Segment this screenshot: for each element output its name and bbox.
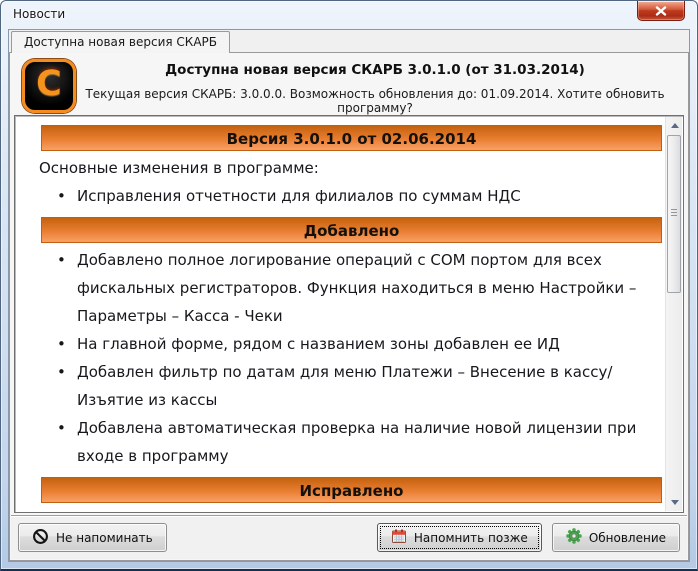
bullet-marker: • [57, 358, 77, 414]
release-notes: Версия 3.0.1.0 от 02.06.2014 Основные изм… [17, 118, 664, 510]
section-banner: Добавлено [41, 217, 662, 243]
tab-page-new-version: C Доступна новая версия СКАРБ 3.0.1.0 (о… [9, 52, 689, 561]
release-notes-box: Версия 3.0.1.0 от 02.06.2014 Основные изм… [14, 115, 684, 513]
dont-remind-button[interactable]: Не напоминать [18, 523, 167, 552]
bullet-marker: • [57, 182, 77, 210]
bullet-text: Добавлено полное логирование операций с … [77, 246, 664, 330]
logo-letter: C [36, 67, 62, 102]
news-dialog-window: Новости Доступна новая версия СКАРБ C До… [0, 0, 698, 571]
notes-bullet: •Исправления отчетности для филиалов по … [17, 182, 664, 210]
tab-new-version[interactable]: Доступна новая версия СКАРБ [11, 31, 230, 53]
remind-later-label: Напомнить позже [414, 531, 528, 545]
bullet-marker: • [57, 506, 77, 510]
remind-later-button[interactable]: Напомнить позже [377, 523, 542, 552]
notes-bullet: •Добавлена автоматическая проверка на на… [17, 414, 664, 470]
calendar-icon [391, 528, 407, 547]
update-subtitle: Текущая версия СКАРБ: 3.0.0.0. Возможнос… [82, 87, 668, 115]
notes-bullet: •Исправлены отчеты: [17, 506, 664, 510]
arrow-up-icon [671, 123, 679, 128]
scroll-up-button[interactable] [666, 117, 683, 134]
dont-remind-label: Не напоминать [56, 531, 153, 545]
notes-bullet: •На главной форме, рядом с названием зон… [17, 330, 664, 358]
window-title: Новости [13, 7, 65, 21]
bullet-marker: • [57, 330, 77, 358]
bullet-text: Добавлена автоматическая проверка на нал… [77, 414, 664, 470]
section-banner: Исправлено [41, 477, 662, 503]
update-button[interactable]: Обновление [552, 523, 680, 552]
notes-bullet: •Добавлено полное логирование операций с… [17, 246, 664, 330]
notes-paragraph: Основные изменения в программе: [17, 154, 664, 182]
section-banner: Версия 3.0.1.0 от 02.06.2014 [41, 125, 662, 151]
vertical-scrollbar[interactable] [665, 117, 682, 511]
bullet-marker: • [57, 414, 77, 470]
bullet-text: На главной форме, рядом с названием зоны… [77, 330, 664, 358]
titlebar[interactable]: Новости [1, 1, 697, 29]
tab-strip: Доступна новая версия СКАРБ [9, 30, 689, 52]
scroll-down-button[interactable] [666, 494, 683, 511]
arrow-down-icon [671, 500, 679, 505]
dialog-client-area: Доступна новая версия СКАРБ C Доступна н… [8, 29, 690, 562]
bullet-text: Добавлен фильтр по датам для меню Платеж… [77, 358, 664, 414]
bullet-text: Исправлены отчеты: [77, 506, 664, 510]
bullet-marker: • [57, 246, 77, 330]
bullet-text: Исправления отчетности для филиалов по с… [77, 182, 664, 210]
close-button[interactable] [637, 1, 685, 21]
footer-button-bar: Не напоминать Напомнить позже [11, 515, 687, 559]
close-icon [655, 1, 667, 20]
skarb-logo-icon: C [22, 59, 76, 113]
prohibition-icon [32, 528, 49, 548]
update-title: Доступна новая версия СКАРБ 3.0.1.0 (от … [82, 62, 668, 78]
notes-bullet: •Добавлен фильтр по датам для меню Плате… [17, 358, 664, 414]
update-label: Обновление [589, 531, 666, 545]
scrollbar-thumb[interactable] [667, 135, 681, 293]
gear-icon [566, 528, 582, 547]
